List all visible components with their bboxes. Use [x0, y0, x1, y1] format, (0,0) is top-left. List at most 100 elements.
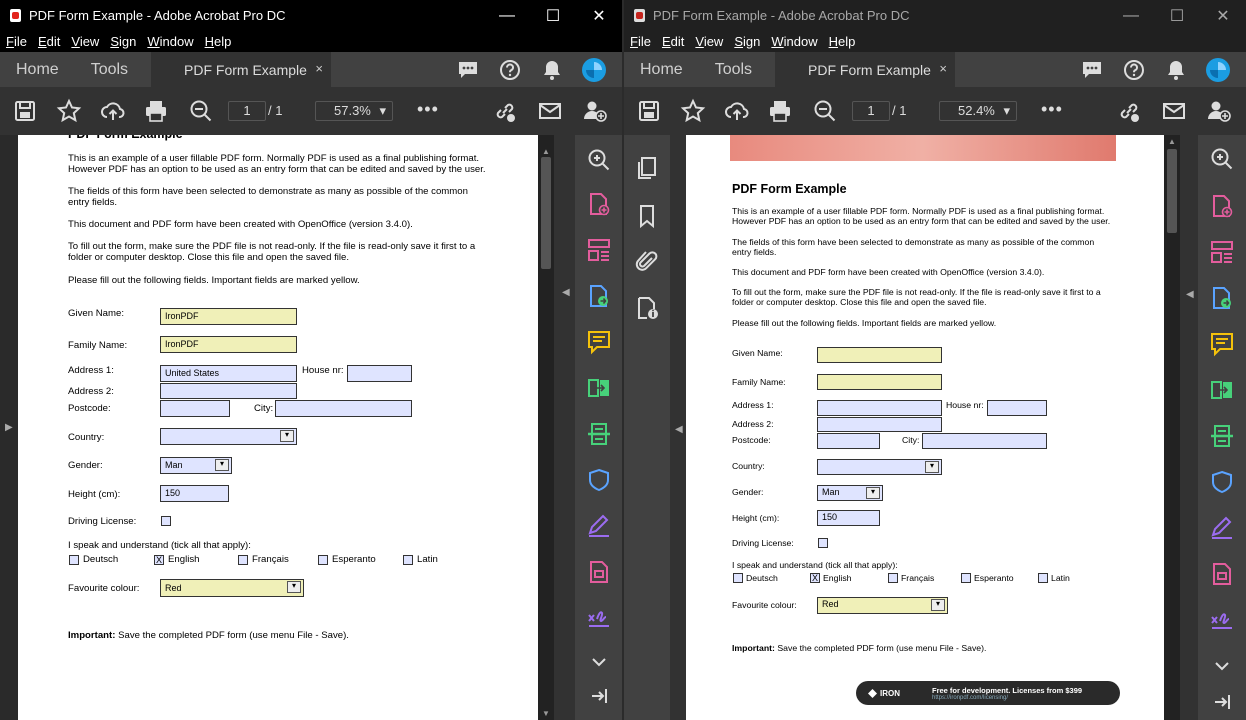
- latin-checkbox[interactable]: [1038, 573, 1048, 583]
- menu-edit[interactable]: Edit: [38, 34, 60, 49]
- vertical-scrollbar[interactable]: ▲: [1164, 135, 1180, 720]
- page-thumbnails-icon[interactable]: [634, 155, 660, 181]
- print-icon[interactable]: [767, 98, 793, 124]
- bookmarks-icon[interactable]: [634, 203, 660, 229]
- scan-ocr-icon[interactable]: [586, 421, 612, 447]
- account-icon[interactable]: [578, 57, 610, 83]
- compare-files-icon[interactable]: [1209, 377, 1235, 403]
- request-signature-icon[interactable]: [1209, 607, 1235, 633]
- zoom-out-icon[interactable]: [188, 98, 214, 124]
- house-nr-field[interactable]: [347, 365, 412, 382]
- city-field[interactable]: [275, 400, 412, 417]
- scroll-up-icon[interactable]: ▲: [1164, 137, 1180, 146]
- tab-home[interactable]: Home: [16, 61, 59, 79]
- bookmark-star-icon[interactable]: [680, 98, 706, 124]
- edit-pdf-icon[interactable]: [1209, 561, 1235, 587]
- close-tab-icon[interactable]: ×: [939, 61, 947, 76]
- request-signature-icon[interactable]: [586, 605, 612, 631]
- menu-help[interactable]: Help: [829, 34, 856, 49]
- postcode-field[interactable]: [160, 400, 230, 417]
- help-icon[interactable]: [1118, 57, 1150, 83]
- more-tools-chevron-icon[interactable]: [1209, 653, 1235, 679]
- menu-file[interactable]: File: [6, 34, 27, 49]
- close-window-button[interactable]: ✕: [1200, 0, 1246, 31]
- account-icon[interactable]: [1202, 57, 1234, 83]
- left-panel-expand-icon[interactable]: ▶: [5, 422, 13, 433]
- save-icon[interactable]: [12, 98, 38, 124]
- address2-field[interactable]: [817, 417, 942, 432]
- more-tools-icon[interactable]: •••: [417, 99, 439, 120]
- page-number-input[interactable]: 1: [228, 101, 266, 121]
- francais-checkbox[interactable]: [888, 573, 898, 583]
- house-nr-field[interactable]: [987, 400, 1047, 416]
- comment-tool-icon[interactable]: [586, 329, 612, 355]
- menu-edit[interactable]: Edit: [662, 34, 684, 49]
- comment-icon[interactable]: [1076, 57, 1108, 83]
- document-properties-icon[interactable]: [634, 295, 660, 321]
- country-dropdown[interactable]: [160, 428, 297, 445]
- minimize-button[interactable]: —: [484, 0, 530, 31]
- attachments-icon[interactable]: [634, 249, 660, 275]
- menu-help[interactable]: Help: [205, 34, 232, 49]
- english-checkbox[interactable]: X: [154, 555, 164, 565]
- scroll-up-icon[interactable]: ▲: [538, 147, 554, 156]
- edit-pdf-icon[interactable]: [586, 559, 612, 585]
- bell-icon[interactable]: [536, 57, 568, 83]
- maximize-button[interactable]: ☐: [1154, 0, 1200, 31]
- family-name-field[interactable]: [817, 374, 942, 390]
- create-pdf-icon[interactable]: [1209, 193, 1235, 219]
- tab-home[interactable]: Home: [640, 61, 683, 79]
- esperanto-checkbox[interactable]: [961, 573, 971, 583]
- gender-dropdown[interactable]: Man: [817, 485, 883, 501]
- help-icon[interactable]: [494, 57, 526, 83]
- favourite-colour-dropdown[interactable]: Red: [160, 579, 304, 597]
- menu-window[interactable]: Window: [771, 34, 817, 49]
- right-panel-collapse-icon[interactable]: ◀: [1186, 289, 1194, 300]
- upload-cloud-icon[interactable]: [100, 98, 126, 124]
- country-dropdown[interactable]: [817, 459, 942, 475]
- vertical-scrollbar[interactable]: ▲ ▼: [538, 135, 554, 720]
- favourite-colour-dropdown[interactable]: Red: [817, 597, 948, 614]
- deutsch-checkbox[interactable]: [733, 573, 743, 583]
- menu-sign[interactable]: Sign: [734, 34, 760, 49]
- bookmark-star-icon[interactable]: [56, 98, 82, 124]
- comment-tool-icon[interactable]: [1209, 331, 1235, 357]
- family-name-field[interactable]: IronPDF: [160, 336, 297, 353]
- menu-view[interactable]: View: [71, 34, 99, 49]
- driving-license-checkbox[interactable]: [161, 516, 171, 526]
- scan-ocr-icon[interactable]: [1209, 423, 1235, 449]
- scrollbar-thumb[interactable]: [541, 157, 551, 269]
- tab-tools[interactable]: Tools: [715, 61, 752, 79]
- menu-window[interactable]: Window: [147, 34, 193, 49]
- create-pdf-icon[interactable]: [586, 191, 612, 217]
- height-field[interactable]: 150: [817, 510, 880, 526]
- postcode-field[interactable]: [817, 433, 880, 449]
- tab-document[interactable]: PDF Form Example ×: [151, 52, 331, 87]
- more-tools-chevron-icon[interactable]: [586, 649, 612, 675]
- menu-view[interactable]: View: [695, 34, 723, 49]
- close-window-button[interactable]: ✕: [576, 0, 622, 31]
- enhance-scan-icon[interactable]: [1209, 146, 1235, 172]
- comment-icon[interactable]: [452, 57, 484, 83]
- organize-pages-icon[interactable]: [1209, 239, 1235, 265]
- maximize-button[interactable]: ☐: [530, 0, 576, 31]
- gender-dropdown[interactable]: Man: [160, 457, 232, 474]
- tab-tools[interactable]: Tools: [91, 61, 128, 79]
- protect-shield-icon[interactable]: [586, 467, 612, 493]
- email-icon[interactable]: [1161, 98, 1187, 124]
- left-panel-collapse-icon[interactable]: ◀: [675, 424, 683, 435]
- bell-icon[interactable]: [1160, 57, 1192, 83]
- iron-license-link[interactable]: https://ironpdf.com/licensing/: [932, 695, 1082, 701]
- given-name-field[interactable]: IronPDF: [160, 308, 297, 325]
- fill-sign-icon[interactable]: [586, 513, 612, 539]
- zoom-select[interactable]: 57.3%: [315, 101, 393, 121]
- scrollbar-thumb[interactable]: [1167, 149, 1177, 233]
- email-icon[interactable]: [537, 98, 563, 124]
- add-user-icon[interactable]: [582, 98, 608, 124]
- address1-field[interactable]: [817, 400, 942, 416]
- enhance-scan-icon[interactable]: [586, 147, 612, 173]
- more-tools-icon[interactable]: •••: [1041, 99, 1063, 120]
- esperanto-checkbox[interactable]: [318, 555, 328, 565]
- export-pdf-icon[interactable]: [586, 283, 612, 309]
- collapse-pane-icon[interactable]: [1209, 689, 1235, 715]
